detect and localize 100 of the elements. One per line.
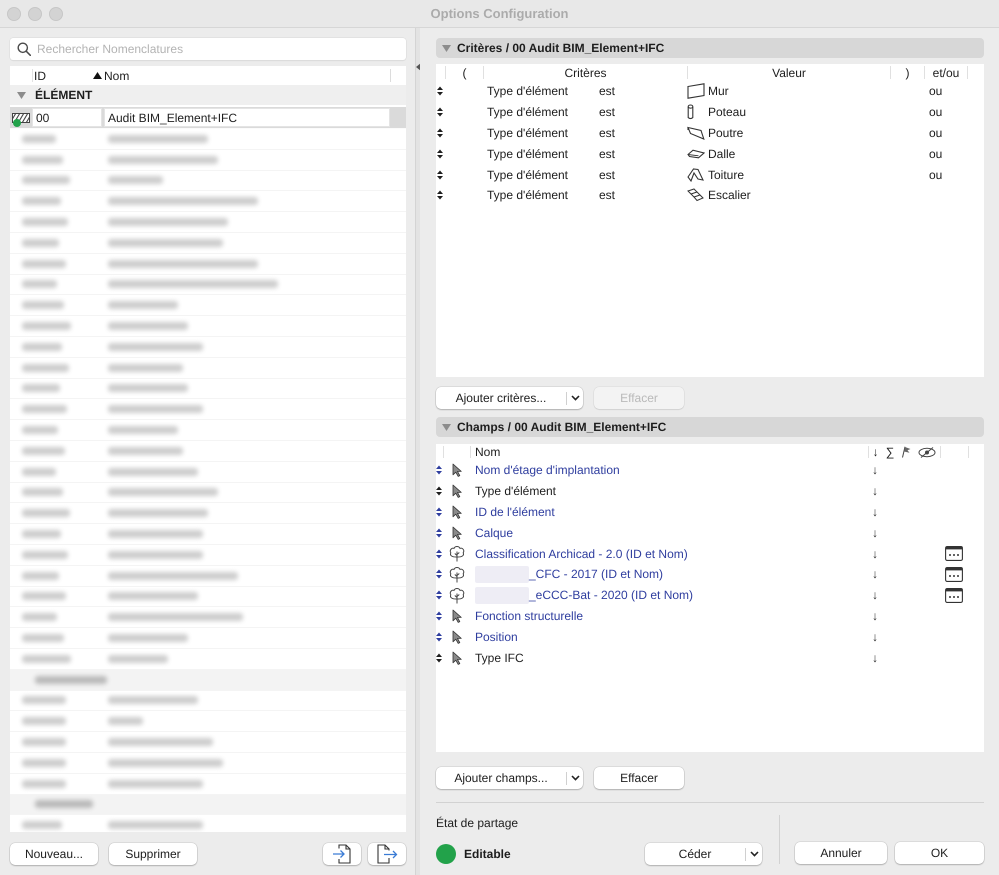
- field-name[interactable]: ID de l'élément: [475, 504, 555, 519]
- conjunction-text: ou: [929, 126, 942, 140]
- criterion-text: Type d'élément: [487, 188, 570, 202]
- column-header: ∑: [886, 445, 894, 459]
- reorder-handle-icon[interactable]: [436, 569, 442, 580]
- section-header[interactable]: Champs / 00 Audit BIM_Element+IFC: [436, 417, 984, 437]
- reorder-handle-icon[interactable]: [437, 190, 443, 200]
- field-name[interactable]: Type d'élément: [475, 484, 556, 498]
- list-row[interactable]: 00 Audit BIM_Element+IFC: [10, 107, 406, 128]
- import-button[interactable]: [323, 843, 361, 865]
- beam-icon: [687, 126, 705, 140]
- reorder-handle-icon[interactable]: [436, 465, 442, 476]
- field-name[interactable]: Nom d'étage d'implantation: [475, 463, 620, 478]
- criterion-text: Type d'élément: [487, 146, 570, 161]
- operator-text: est: [599, 105, 616, 120]
- value-text: Dalle: [708, 146, 736, 161]
- criterion-text: Type d'élément: [487, 84, 570, 98]
- operator-text: est: [599, 126, 616, 140]
- list-action-button[interactable]: Supprimer: [109, 843, 197, 865]
- criterion-text: Type d'élément: [487, 126, 570, 140]
- dialog-button[interactable]: Annuler: [795, 842, 887, 864]
- reorder-handle-icon[interactable]: [436, 506, 442, 517]
- name-cell[interactable]: Audit BIM_Element+IFC: [104, 108, 390, 127]
- conjunction-text: ou: [929, 84, 942, 98]
- value-text: Mur: [708, 84, 729, 98]
- reorder-handle-icon[interactable]: [437, 128, 443, 138]
- sort-arrow[interactable]: ↓: [872, 630, 878, 644]
- reorder-handle-icon[interactable]: [436, 610, 442, 621]
- operator-text: est: [599, 188, 616, 202]
- sort-arrow[interactable]: ↓: [872, 546, 878, 561]
- reorder-handle-icon[interactable]: [437, 170, 443, 180]
- field-name[interactable]: Type IFC: [475, 650, 524, 665]
- pointer-icon: [452, 504, 462, 519]
- ellipsis-window-icon[interactable]: [945, 566, 963, 582]
- column-icon: [687, 104, 694, 120]
- field-name[interactable]: Calque: [475, 526, 514, 540]
- field-name[interactable]: _eCCC-Bat - 2020 (ID et Nom): [529, 588, 694, 602]
- slab-icon: [687, 148, 705, 159]
- conjunction-text: ou: [929, 168, 942, 182]
- value-text: Poutre: [708, 126, 744, 140]
- reorder-handle-icon[interactable]: [436, 590, 442, 600]
- sort-arrow[interactable]: ↓: [872, 463, 878, 478]
- dialog-button[interactable]: OK: [895, 842, 984, 864]
- search-field[interactable]: Rechercher Nomenclatures: [10, 38, 406, 60]
- value-text: Toiture: [708, 168, 744, 182]
- sort-arrow[interactable]: ↓: [872, 567, 878, 582]
- reorder-handle-icon[interactable]: [436, 548, 442, 559]
- criterion-text: Type d'élément: [487, 105, 570, 120]
- collapse-arrow-icon[interactable]: [416, 63, 420, 71]
- id-cell[interactable]: 00: [32, 108, 102, 127]
- reorder-handle-icon[interactable]: [436, 486, 442, 496]
- import-icon: [332, 844, 352, 864]
- sharing-label: État de partage: [436, 815, 520, 831]
- sort-arrow[interactable]: ↓: [872, 608, 878, 623]
- caret-icon: [750, 851, 758, 857]
- section-header[interactable]: Critères / 00 Audit BIM_Element+IFC: [436, 38, 984, 58]
- reorder-handle-icon[interactable]: [436, 528, 442, 538]
- ellipsis-window-icon[interactable]: [945, 546, 963, 562]
- reorder-handle-icon[interactable]: [436, 632, 442, 642]
- wall-icon: [687, 83, 705, 100]
- list-action-button[interactable]: Nouveau...: [10, 843, 98, 865]
- reorder-handle-icon[interactable]: [437, 148, 443, 159]
- caret-icon: [570, 775, 580, 781]
- disclosure-triangle-icon[interactable]: [17, 92, 26, 98]
- pointer-icon: [452, 526, 462, 540]
- export-button[interactable]: [368, 843, 406, 865]
- clear-button[interactable]: Effacer: [594, 767, 684, 789]
- column-header[interactable]: Nom: [89, 69, 390, 82]
- section-title: Champs / 00 Audit BIM_Element+IFC: [457, 420, 666, 434]
- column-header[interactable]: ID: [32, 69, 89, 82]
- pointer-icon: [452, 463, 462, 478]
- add-criteria-button[interactable]: Ajouter critères...: [436, 387, 583, 409]
- field-name[interactable]: _CFC - 2017 (ID et Nom): [529, 567, 664, 582]
- column-header: Nom: [475, 445, 500, 459]
- field-name[interactable]: Fonction structurelle: [475, 608, 584, 623]
- release-button[interactable]: Céder: [645, 843, 762, 865]
- sort-arrow[interactable]: ↓: [872, 588, 878, 602]
- field-name[interactable]: Position: [475, 630, 518, 644]
- reorder-handle-icon[interactable]: [437, 86, 443, 96]
- window-title: Options Configuration: [430, 6, 568, 21]
- sort-arrow[interactable]: ↓: [872, 504, 878, 519]
- criterion-text: Type d'élément: [487, 168, 570, 182]
- column-header: ↓: [872, 445, 878, 459]
- tree-icon: [448, 586, 466, 604]
- conjunction-text: ou: [929, 146, 942, 161]
- group-row[interactable]: ÉLÉMENT: [10, 85, 406, 105]
- sort-arrow[interactable]: ↓: [872, 526, 878, 540]
- column-header: et/ou: [932, 66, 960, 80]
- add-fields-button[interactable]: Ajouter champs...: [436, 767, 583, 789]
- roof-icon: [687, 168, 704, 182]
- field-name[interactable]: Classification Archicad - 2.0 (ID et Nom): [475, 546, 688, 561]
- sort-arrow[interactable]: ↓: [872, 484, 878, 498]
- reorder-handle-icon[interactable]: [437, 107, 443, 118]
- sort-arrow[interactable]: ↓: [872, 650, 878, 665]
- pointer-icon: [452, 630, 462, 644]
- reorder-handle-icon[interactable]: [436, 652, 442, 663]
- column-header: Critères: [564, 66, 606, 80]
- stair-icon: [687, 188, 704, 202]
- ellipsis-window-icon[interactable]: [945, 588, 963, 603]
- sort-ascending-icon: [93, 72, 102, 79]
